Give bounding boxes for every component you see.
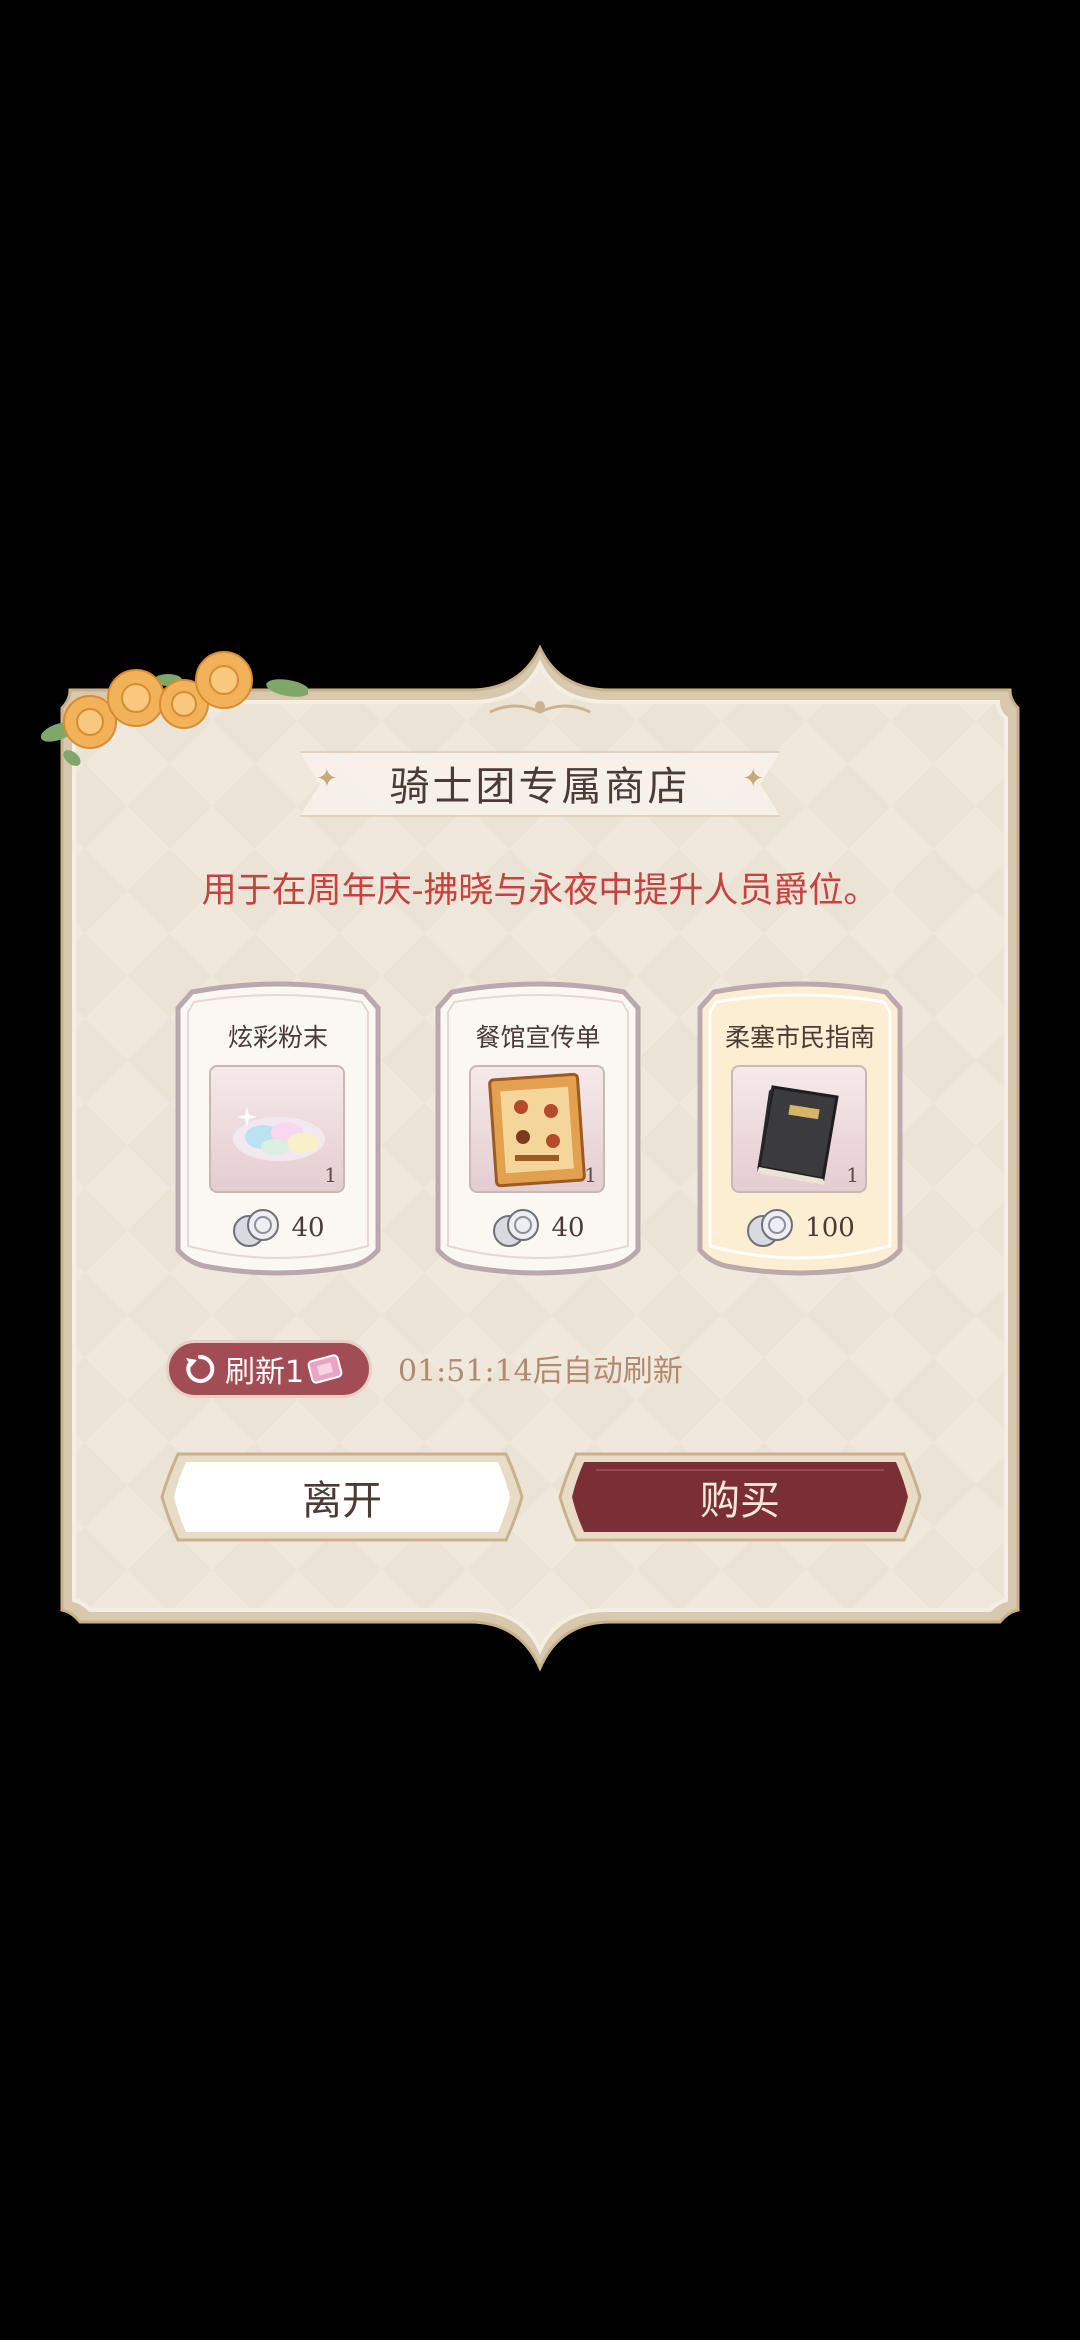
item-image: 1 bbox=[209, 1065, 345, 1193]
sparkle-left-icon: ✦ bbox=[316, 764, 338, 794]
refresh-countdown: 01:51:14后自动刷新 bbox=[398, 1354, 683, 1389]
shop-description: 用于在周年庆-拂晓与永夜中提升人员爵位。 bbox=[201, 871, 879, 911]
silver-coin-icon bbox=[747, 1209, 794, 1247]
item-price: 40 bbox=[172, 1205, 384, 1251]
restaurant-flyer-icon bbox=[488, 1072, 586, 1188]
silver-coin-icon bbox=[493, 1209, 540, 1247]
shop-title: 骑士团专属商店 bbox=[389, 764, 691, 810]
shop-title-bar: ✦ 骑士团专属商店 ✦ bbox=[300, 742, 780, 824]
shop-item-card[interactable]: 炫彩粉末 1 40 bbox=[172, 980, 384, 1280]
leave-label: 离开 bbox=[302, 1478, 382, 1524]
buy-button[interactable]: 购买 bbox=[556, 1446, 924, 1548]
refresh-ticket-icon bbox=[307, 1354, 343, 1384]
item-image: 1 bbox=[731, 1065, 867, 1193]
item-quantity: 1 bbox=[584, 1163, 597, 1187]
stage: ✦ 骑士团专属商店 ✦ 用于在周年庆-拂晓与永夜中提升人员爵位。 炫彩粉末 1 bbox=[0, 0, 1080, 2340]
refresh-label: 刷新1 bbox=[225, 1355, 305, 1390]
shop-item-card[interactable]: 餐馆宣传单 1 40 bbox=[432, 980, 644, 1280]
rose-decoration-icon bbox=[40, 651, 308, 766]
refresh-button[interactable]: 刷新1 bbox=[166, 1340, 372, 1398]
rainbow-powder-icon bbox=[233, 1107, 325, 1161]
item-name: 炫彩粉末 bbox=[227, 1023, 328, 1052]
item-image: 1 bbox=[469, 1065, 605, 1193]
shop-item-card-selected[interactable]: 柔塞市民指南 1 100 bbox=[694, 980, 906, 1280]
item-price-value: 40 bbox=[551, 1213, 585, 1243]
item-quantity: 1 bbox=[846, 1163, 859, 1187]
item-price: 100 bbox=[694, 1205, 906, 1251]
item-price-value: 100 bbox=[805, 1213, 855, 1243]
item-name: 柔塞市民指南 bbox=[724, 1023, 875, 1052]
item-price-value: 40 bbox=[291, 1213, 325, 1243]
item-name: 餐馆宣传单 bbox=[475, 1023, 601, 1052]
sparkle-right-icon: ✦ bbox=[742, 764, 764, 794]
refresh-icon bbox=[186, 1354, 215, 1383]
item-price: 40 bbox=[432, 1205, 644, 1251]
silver-coin-icon bbox=[233, 1209, 280, 1247]
leave-button[interactable]: 离开 bbox=[158, 1446, 526, 1548]
buy-label: 购买 bbox=[700, 1478, 780, 1524]
citizen-guide-book-icon bbox=[757, 1085, 839, 1185]
item-quantity: 1 bbox=[324, 1163, 337, 1187]
